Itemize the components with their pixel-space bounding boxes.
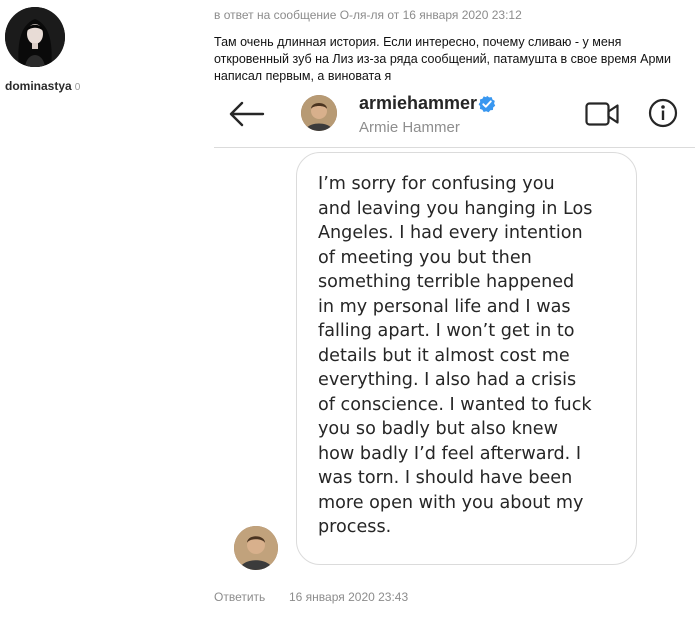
reply-meta[interactable]: в ответ на сообщение О-ля-ля от 16 январ…	[214, 8, 522, 22]
back-arrow-icon	[229, 101, 265, 127]
author-rating: 0	[74, 82, 81, 93]
profile-username: armiehammer	[359, 93, 478, 113]
profile-avatar	[301, 95, 337, 131]
comment-timestamp[interactable]: 16 января 2020 23:43	[289, 590, 408, 604]
profile-avatar-image	[301, 95, 337, 131]
verified-badge-icon	[478, 95, 496, 113]
message-bubble: I’m sorry for confusing you and leaving …	[296, 152, 637, 565]
message-sender-avatar	[234, 526, 278, 570]
video-call-icon	[585, 102, 619, 126]
comment-page: dominastya 0 в ответ на сообщение О-ля-ля…	[0, 0, 695, 622]
reply-link[interactable]: Ответить	[214, 590, 265, 604]
profile-full-name: Armie Hammer	[359, 119, 460, 136]
author-name-text[interactable]: dominastya	[5, 79, 72, 93]
author-avatar[interactable]	[5, 7, 65, 67]
author-name[interactable]: dominastya 0	[5, 79, 80, 93]
author-avatar-image	[5, 7, 65, 67]
embedded-screenshot: armiehammer Armie Hammer I’m sorry for c…	[214, 90, 695, 574]
info-icon	[648, 98, 678, 128]
dm-header: armiehammer Armie Hammer	[214, 90, 695, 148]
comment-text: Там очень длинная история. Если интересн…	[214, 35, 671, 83]
message-sender-avatar-image	[234, 526, 278, 570]
